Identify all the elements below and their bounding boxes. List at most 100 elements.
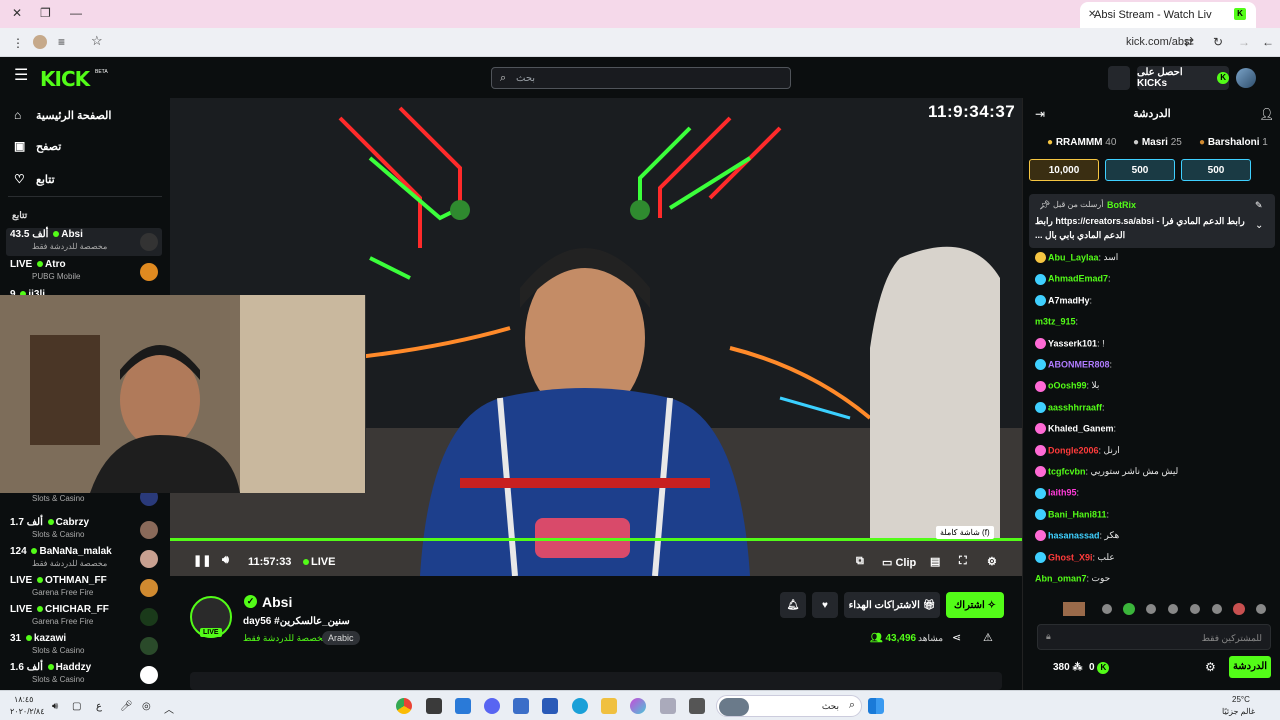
points-counter[interactable]: 380 ⁂ — [1053, 662, 1082, 673]
clock-date[interactable]: ٢٠٢٠/٢/٨٤ — [10, 707, 45, 716]
chevron-down-icon[interactable]: ⌄ — [1255, 220, 1263, 231]
chat-message[interactable]: ABONMER808: — [1035, 359, 1279, 379]
store-taskbar-icon[interactable] — [542, 698, 558, 714]
gift-subs-button[interactable]: الاشتراكات الهداء 🎁︎ — [844, 592, 940, 618]
chat-message[interactable]: laith95: — [1035, 487, 1279, 507]
back-icon[interactable]: ← — [1262, 35, 1274, 49]
gift-tier-gold[interactable]: 10,000 — [1029, 159, 1099, 181]
chat-username[interactable]: A7madHy — [1048, 295, 1090, 305]
chat-message[interactable]: Yasserk101: ! — [1035, 337, 1279, 358]
chat-username[interactable]: Abn_oman7 — [1035, 574, 1087, 584]
network-tray-icon[interactable]: ▢ — [72, 701, 81, 712]
chat-message[interactable]: hasanassad: هكر — [1035, 530, 1279, 550]
followed-channel[interactable]: 1.7 ألف Cabrzy Slots & Casino — [6, 516, 162, 544]
follow-heart-button[interactable]: ♥ — [812, 592, 838, 618]
kicks-counter[interactable]: 0 K — [1089, 662, 1110, 674]
chat-username[interactable]: Yasserk101 — [1048, 338, 1097, 348]
bookmark-star-icon[interactable]: ☆ — [91, 34, 103, 48]
pause-icon[interactable]: ❚❚ — [193, 554, 211, 567]
followed-channel[interactable]: LIVE OTHMAN_FF Garena Free Fire — [6, 574, 162, 602]
chat-message[interactable]: Abu_Laylaa: اسد — [1035, 252, 1279, 272]
live-indicator[interactable]: LIVE — [301, 556, 335, 568]
close-window-icon[interactable]: ✕ — [12, 6, 22, 20]
leaderboard-entry[interactable]: ● Barshaloni 1 — [1199, 137, 1268, 148]
chat-message[interactable]: oOosh99: بلا — [1035, 380, 1279, 400]
chat-username[interactable]: Abu_Laylaa — [1048, 253, 1099, 263]
settings-taskbar-icon[interactable] — [660, 698, 676, 714]
sidebar-item-home[interactable]: ⌂ الصفحة الرئيسية — [0, 106, 170, 126]
profile-avatar-icon[interactable] — [33, 35, 47, 49]
window-taskbar-icon[interactable] — [689, 698, 705, 714]
followed-channel[interactable]: 31 kazawi Slots & Casino — [6, 632, 162, 660]
gift-tier-blue[interactable]: 500 — [1105, 159, 1175, 181]
chat-message[interactable]: AhmadEmad7: — [1035, 273, 1279, 293]
chat-username[interactable]: AhmadEmad7 — [1048, 274, 1108, 284]
discord-taskbar-icon[interactable] — [484, 698, 500, 714]
progress-bar[interactable] — [170, 538, 1022, 541]
pinned-message[interactable]: 📌︎ BotRix أرسلت من قبل رابط https://crea… — [1029, 194, 1275, 248]
chat-users-icon[interactable]: 👤︎ — [1259, 107, 1274, 121]
chat-username[interactable]: Bani_Hani811 — [1048, 509, 1107, 519]
followed-channel[interactable]: 1.6 ألف Haddzy Slots & Casino — [6, 661, 162, 689]
mail-taskbar-icon[interactable] — [513, 698, 529, 714]
leaderboard-entry[interactable]: ● RRAMMM 40 — [1047, 137, 1116, 148]
forward-icon[interactable]: → — [1238, 35, 1250, 49]
share-icon[interactable]: ⋖ — [952, 631, 961, 644]
fullscreen-icon[interactable]: ⛶ — [959, 555, 967, 568]
get-kicks-button[interactable]: احصل على KICKs K — [1137, 66, 1229, 90]
chat-username[interactable]: Dongle2006 — [1048, 445, 1099, 455]
chat-username[interactable]: Khaled_Ganem — [1048, 424, 1114, 434]
chat-message[interactable]: Dongle2006: ارنل — [1035, 444, 1279, 465]
chat-username[interactable]: m3tz_915 — [1035, 317, 1076, 327]
pip-icon[interactable]: ⧉ — [856, 555, 864, 568]
sidebar-item-following[interactable]: ♡ تتابع — [0, 170, 170, 190]
tray-overflow-icon[interactable]: ︿ — [164, 701, 174, 716]
language-tray-icon[interactable]: ع — [96, 701, 102, 712]
gift-tier-blue[interactable]: 500 — [1181, 159, 1251, 181]
chat-username[interactable]: tcgfcvbn — [1048, 467, 1086, 477]
chat-message[interactable]: Ghost_X9i: علب — [1035, 551, 1279, 572]
unpin-icon[interactable]: ✎ — [1255, 200, 1263, 211]
browser-tab[interactable]: ✕ Absi Stream - Watch Live o K — [1080, 2, 1256, 28]
subscribe-button[interactable]: اشتراك ✧ — [946, 592, 1004, 618]
chat-username[interactable]: aasshhrraaff — [1048, 402, 1102, 412]
volume-icon[interactable]: 🔊︎ — [222, 554, 229, 567]
clock-time[interactable]: ١٨:٤٥ — [14, 695, 33, 704]
reload-icon[interactable]: ↻ — [1213, 35, 1223, 49]
kick-logo[interactable]: KICK — [40, 67, 90, 91]
url-text[interactable]: kick.com/absi — [1126, 36, 1192, 48]
chat-message[interactable]: tcgfcvbn: ليش مش ناشر ستوريي — [1035, 466, 1279, 486]
mic-tray-icon[interactable]: 🎤︎ — [120, 701, 133, 712]
settings-gear-icon[interactable]: ⚙ — [987, 555, 997, 568]
windows-start-icon[interactable] — [868, 698, 884, 714]
chat-username[interactable]: oOosh99 — [1048, 381, 1087, 391]
followed-channel[interactable]: LIVE CHICHAR_FF Garena Free Fire — [6, 603, 162, 631]
notification-bell-button[interactable]: 🔔︎ — [780, 592, 806, 618]
menu-dots-icon[interactable]: ⋮ — [12, 36, 24, 50]
chat-username[interactable]: ABONMER808 — [1048, 360, 1110, 370]
user-avatar[interactable] — [1236, 68, 1256, 88]
chat-username[interactable]: laith95 — [1048, 488, 1077, 498]
chat-message[interactable]: Khaled_Ganem: — [1035, 423, 1279, 443]
language-tag[interactable]: Arabic — [322, 631, 360, 645]
chrome-taskbar-icon[interactable] — [396, 698, 412, 714]
vscode-taskbar-icon[interactable] — [455, 698, 471, 714]
minimize-window-icon[interactable]: — — [70, 6, 82, 20]
file-explorer-taskbar-icon[interactable] — [601, 698, 617, 714]
leaderboard-entry[interactable]: ● Masri 25 — [1133, 137, 1182, 148]
copilot-taskbar-icon[interactable] — [630, 698, 646, 714]
stream-category[interactable]: مخصصة للدردشة فقط — [243, 633, 328, 644]
chat-username[interactable]: hasanassad — [1048, 531, 1100, 541]
site-settings-icon[interactable]: ⇄ — [1184, 35, 1194, 49]
theater-mode-icon[interactable]: ▤ — [930, 555, 940, 568]
restore-window-icon[interactable]: ❐ — [40, 6, 51, 20]
sidebar-item-browse[interactable]: ▣ تصفح — [0, 137, 170, 157]
layout-toggle-button[interactable] — [1108, 66, 1130, 90]
location-tray-icon[interactable]: ◎ — [142, 701, 151, 712]
chat-message[interactable]: Abn_oman7: حوت — [1035, 573, 1279, 593]
edge-taskbar-icon[interactable] — [572, 698, 588, 714]
chat-message[interactable]: A7madHy: — [1035, 294, 1279, 315]
streamer-name[interactable]: Absi — [262, 594, 292, 610]
followed-channel[interactable]: 43.5 ألف Absi مخصصة للدردشة فقط — [6, 228, 162, 256]
chat-message[interactable]: m3tz_915: — [1035, 316, 1279, 336]
